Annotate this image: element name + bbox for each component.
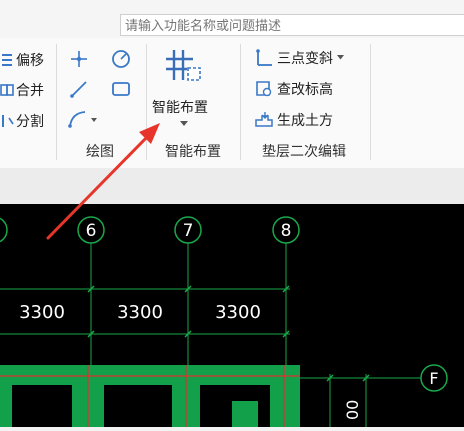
annotation-arrow [46,123,160,240]
